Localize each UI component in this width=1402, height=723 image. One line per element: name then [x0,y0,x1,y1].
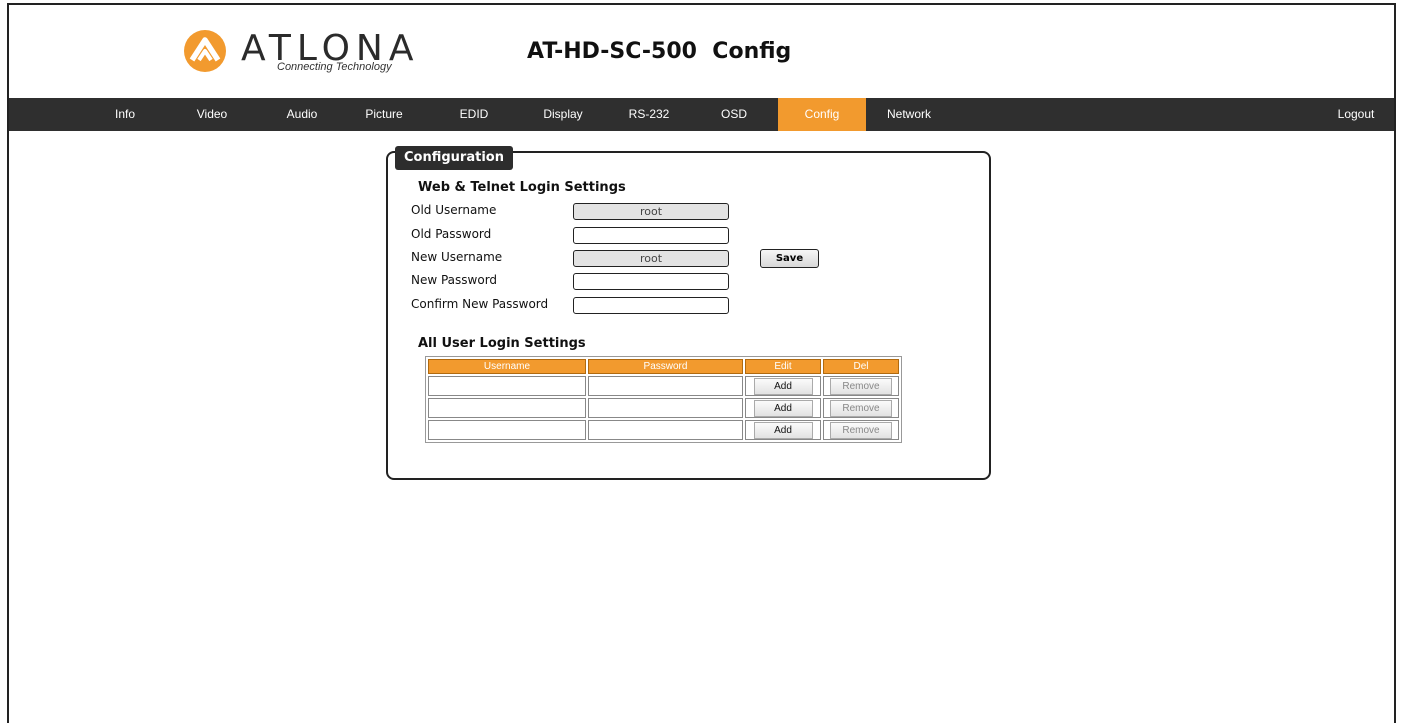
old-password-field[interactable] [573,227,729,244]
nav-item-audio[interactable]: Audio [277,98,327,131]
new-username-label: New Username [411,250,503,264]
table-row: Add Remove [428,398,899,418]
nav-item-display[interactable]: Display [533,98,593,131]
del-cell: Remove [823,420,899,440]
user-table: Username Password Edit Del Add Remove Ad… [425,356,902,443]
remove-button[interactable]: Remove [830,399,892,417]
web-telnet-heading: Web & Telnet Login Settings [418,180,626,195]
new-password-label: New Password [411,273,498,287]
password-cell[interactable] [588,398,743,418]
username-cell[interactable] [428,398,586,418]
main-nav: Info Video Audio Picture EDID Display RS… [9,98,1394,131]
nav-item-video[interactable]: Video [187,98,237,131]
new-password-field[interactable] [573,273,729,290]
nav-item-picture[interactable]: Picture [354,98,414,131]
add-button[interactable]: Add [753,399,813,417]
column-header-del: Del [823,359,899,374]
nav-item-network[interactable]: Network [879,98,939,131]
password-cell[interactable] [588,420,743,440]
nav-item-osd[interactable]: OSD [709,98,759,131]
del-cell: Remove [823,398,899,418]
page-title: AT-HD-SC-500 Config [527,39,792,64]
username-cell[interactable] [428,420,586,440]
column-header-password: Password [588,359,743,374]
table-header-row: Username Password Edit Del [428,359,899,374]
table-row: Add Remove [428,420,899,440]
nav-item-config[interactable]: Config [778,98,866,131]
remove-button[interactable]: Remove [830,377,892,395]
new-username-field[interactable]: root [573,250,729,267]
brand-tagline: Connecting Technology [277,61,392,73]
edit-cell: Add [745,376,821,396]
table-row: Add Remove [428,376,899,396]
nav-item-edid[interactable]: EDID [449,98,499,131]
column-header-username: Username [428,359,586,374]
old-username-field[interactable]: root [573,203,729,220]
atlona-logo-icon [184,30,226,72]
panel-title: Configuration [395,146,513,170]
header: ATLONA Connecting Technology AT-HD-SC-50… [9,5,1394,98]
password-cell[interactable] [588,376,743,396]
remove-button[interactable]: Remove [830,421,892,439]
logout-link[interactable]: Logout [1331,98,1381,131]
all-users-heading: All User Login Settings [418,336,586,351]
confirm-password-field[interactable] [573,297,729,314]
add-button[interactable]: Add [753,421,813,439]
add-button[interactable]: Add [753,377,813,395]
old-password-label: Old Password [411,227,492,241]
del-cell: Remove [823,376,899,396]
old-username-label: Old Username [411,203,497,217]
nav-item-info[interactable]: Info [105,98,145,131]
edit-cell: Add [745,398,821,418]
nav-item-rs232[interactable]: RS-232 [619,98,679,131]
confirm-password-label: Confirm New Password [411,297,549,311]
edit-cell: Add [745,420,821,440]
column-header-edit: Edit [745,359,821,374]
username-cell[interactable] [428,376,586,396]
save-button[interactable]: Save [760,249,819,268]
